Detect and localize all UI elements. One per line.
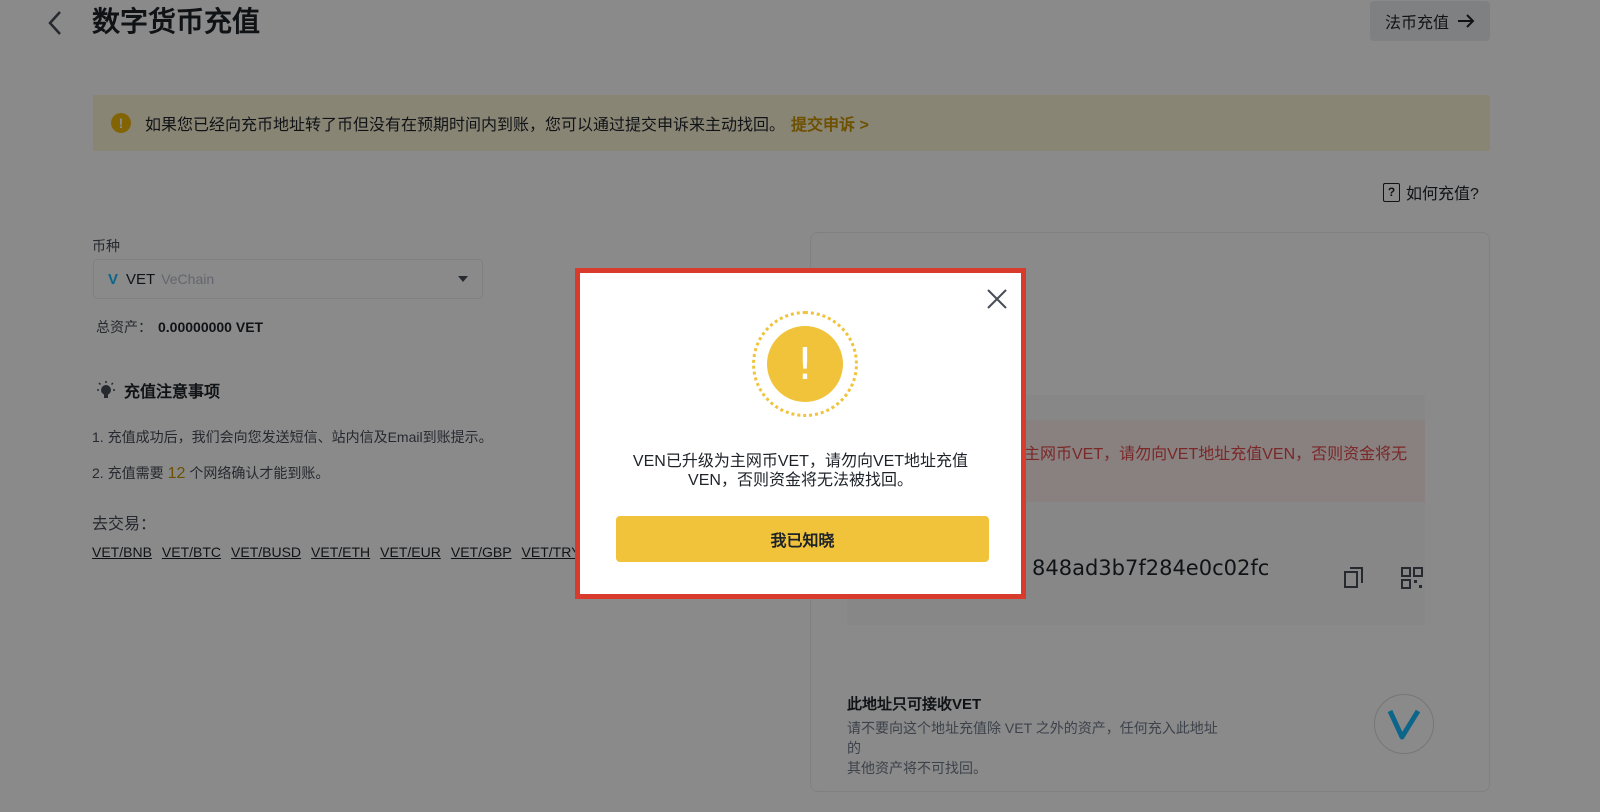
exclamation-icon: ! — [767, 326, 843, 402]
modal-message: VEN已升级为主网币VET，请勿向VET地址充值 VEN，否则资金将无法被找回。 — [604, 452, 997, 490]
modal-message-line2: VEN，否则资金将无法被找回。 — [688, 472, 913, 489]
upgrade-notice-modal: ! VEN已升级为主网币VET，请勿向VET地址充值 VEN，否则资金将无法被找… — [575, 268, 1026, 599]
close-icon[interactable] — [984, 286, 1010, 312]
warning-badge: ! — [752, 311, 858, 417]
modal-message-line1: VEN已升级为主网币VET，请勿向VET地址充值 — [632, 453, 969, 470]
acknowledge-button[interactable]: 我已知晓 — [616, 516, 989, 562]
